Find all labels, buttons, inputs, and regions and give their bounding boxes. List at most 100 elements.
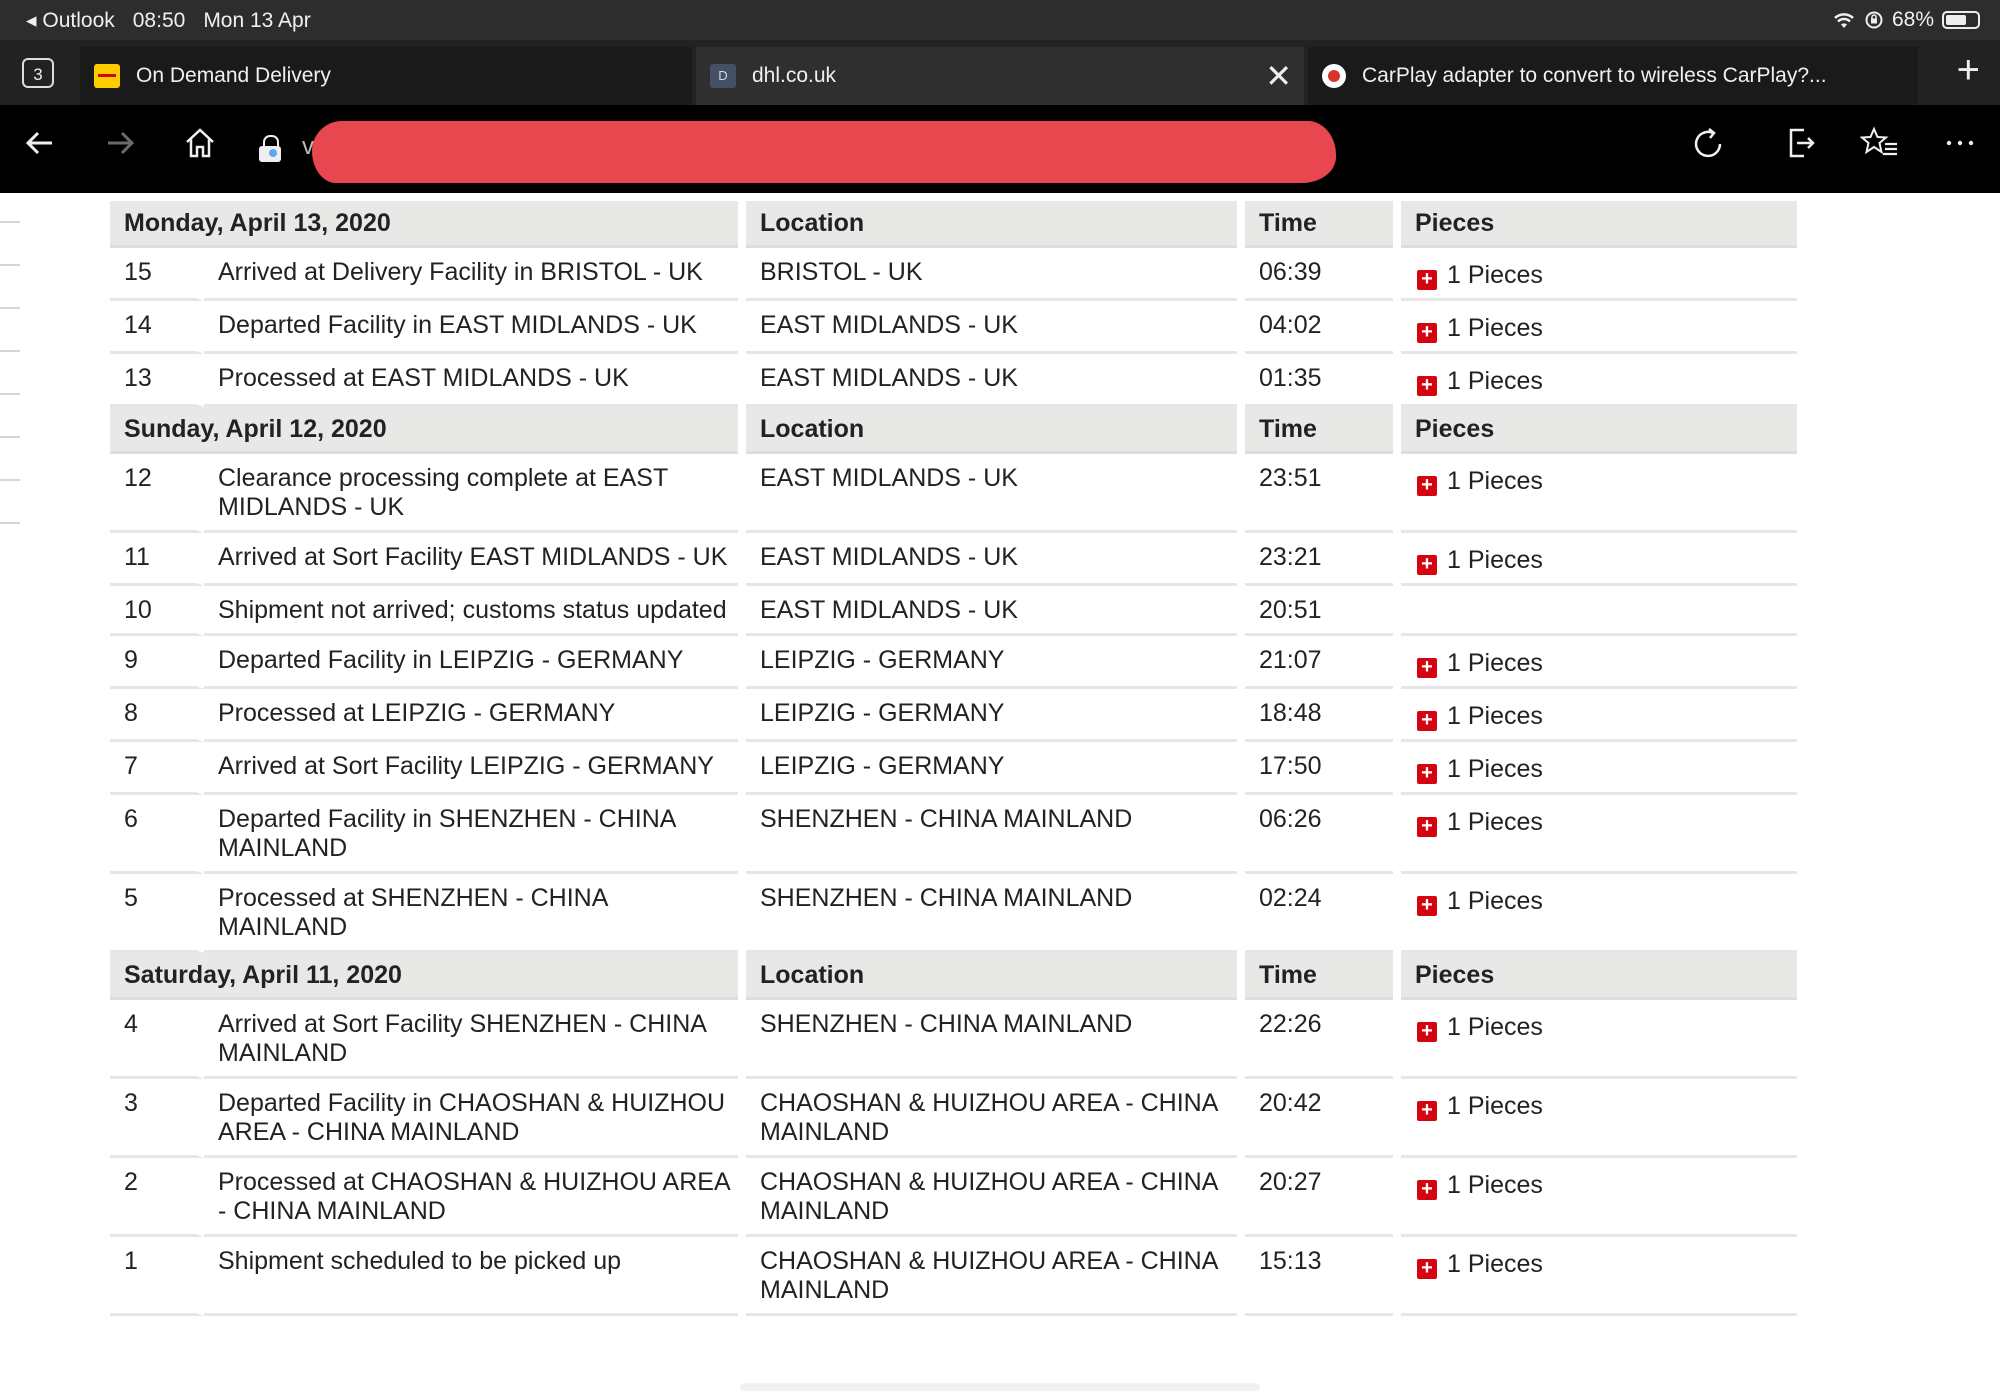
event-location: BRISTOL - UK — [746, 248, 1237, 301]
event-row: 6 Departed Facility in SHENZHEN - CHINA … — [110, 795, 1797, 874]
battery-percent: 68% — [1891, 8, 1934, 31]
pieces-label: 1 Pieces — [1447, 1092, 1543, 1120]
event-description: Departed Facility in EAST MIDLANDS - UK — [204, 301, 738, 354]
event-pieces[interactable]: +1 Pieces — [1401, 1000, 1797, 1079]
expand-plus-icon[interactable]: + — [1417, 895, 1437, 916]
event-location: CHAOSHAN & HUIZHOU AREA - CHINA MAINLAND — [746, 1079, 1237, 1158]
new-tab-button[interactable]: + — [1957, 50, 1980, 90]
event-pieces[interactable]: +1 Pieces — [1401, 533, 1797, 586]
expand-plus-icon[interactable]: + — [1417, 1258, 1437, 1279]
event-description: Clearance processing complete at EAST MI… — [204, 454, 738, 533]
back-arrow-icon[interactable] — [16, 125, 64, 171]
event-description: Shipment not arrived; customs status upd… — [204, 586, 738, 636]
event-time: 01:35 — [1245, 354, 1393, 407]
event-row: 14 Departed Facility in EAST MIDLANDS - … — [110, 301, 1797, 354]
expand-plus-icon[interactable]: + — [1417, 816, 1437, 837]
expand-plus-icon[interactable]: + — [1417, 1179, 1437, 1200]
redacted-url[interactable] — [312, 121, 1336, 183]
event-pieces — [1401, 586, 1797, 636]
event-row: 10 Shipment not arrived; customs status … — [110, 586, 1797, 636]
home-icon[interactable] — [176, 125, 224, 171]
expand-plus-icon[interactable]: + — [1417, 322, 1437, 343]
event-number: 2 — [110, 1158, 204, 1237]
event-number: 7 — [110, 742, 204, 795]
page-content[interactable]: Monday, April 13, 2020 Location Time Pie… — [0, 193, 2000, 1397]
lock-icon[interactable] — [258, 135, 282, 163]
event-pieces[interactable]: +1 Pieces — [1401, 301, 1797, 354]
event-pieces[interactable]: +1 Pieces — [1401, 874, 1797, 953]
event-number: 14 — [110, 301, 204, 354]
event-description: Arrived at Sort Facility EAST MIDLANDS -… — [204, 533, 738, 586]
event-pieces[interactable]: +1 Pieces — [1401, 1237, 1797, 1316]
back-to-app-link[interactable]: ◂ Outlook — [26, 8, 115, 33]
day-date: Saturday, April 11, 2020 — [110, 953, 738, 1000]
event-pieces[interactable]: +1 Pieces — [1401, 795, 1797, 874]
pieces-label: 1 Pieces — [1447, 1250, 1543, 1278]
favorites-icon[interactable] — [1856, 125, 1904, 171]
tab-label: dhl.co.uk — [752, 64, 837, 87]
refresh-icon[interactable] — [1684, 125, 1732, 173]
close-tab-icon[interactable]: ✕ — [1265, 57, 1292, 95]
event-time: 23:51 — [1245, 454, 1393, 533]
event-location: EAST MIDLANDS - UK — [746, 301, 1237, 354]
event-row: 2 Processed at CHAOSHAN & HUIZHOU AREA -… — [110, 1158, 1797, 1237]
expand-plus-icon[interactable]: + — [1417, 269, 1437, 290]
pieces-label: 1 Pieces — [1447, 755, 1543, 783]
expand-plus-icon[interactable]: + — [1417, 554, 1437, 575]
day-header-row: Saturday, April 11, 2020 Location Time P… — [110, 953, 1797, 1000]
event-pieces[interactable]: +1 Pieces — [1401, 689, 1797, 742]
expand-plus-icon[interactable]: + — [1417, 475, 1437, 496]
event-time: 02:24 — [1245, 874, 1393, 953]
time-header: Time — [1245, 201, 1393, 248]
pieces-label: 1 Pieces — [1447, 467, 1543, 495]
event-number: 9 — [110, 636, 204, 689]
forward-arrow-icon[interactable] — [96, 125, 144, 171]
event-time: 04:02 — [1245, 301, 1393, 354]
event-pieces[interactable]: +1 Pieces — [1401, 1158, 1797, 1237]
event-pieces[interactable]: +1 Pieces — [1401, 248, 1797, 301]
event-number: 8 — [110, 689, 204, 742]
pieces-label: 1 Pieces — [1447, 808, 1543, 836]
tab-on-demand-delivery[interactable]: On Demand Delivery — [80, 47, 692, 105]
tab-carplay-adapter[interactable]: CarPlay adapter to convert to wireless C… — [1308, 47, 1918, 105]
event-number: 5 — [110, 874, 204, 953]
expand-plus-icon[interactable]: + — [1417, 375, 1437, 396]
tab-bar: 3 On Demand Delivery D dhl.co.uk ✕ CarPl… — [0, 40, 2000, 105]
event-pieces[interactable]: +1 Pieces — [1401, 636, 1797, 689]
tab-count-button[interactable]: 3 — [22, 58, 54, 88]
event-description: Departed Facility in LEIPZIG - GERMANY — [204, 636, 738, 689]
tab-dhl-co-uk[interactable]: D dhl.co.uk ✕ — [696, 47, 1304, 105]
day-header-row: Sunday, April 12, 2020 Location Time Pie… — [110, 407, 1797, 454]
event-pieces[interactable]: +1 Pieces — [1401, 1079, 1797, 1158]
event-number: 3 — [110, 1079, 204, 1158]
event-row: 8 Processed at LEIPZIG - GERMANY LEIPZIG… — [110, 689, 1797, 742]
location-header: Location — [746, 407, 1237, 454]
pieces-label: 1 Pieces — [1447, 1013, 1543, 1041]
share-icon[interactable] — [1776, 125, 1824, 171]
event-time: 20:42 — [1245, 1079, 1393, 1158]
expand-plus-icon[interactable]: + — [1417, 1100, 1437, 1121]
event-pieces[interactable]: +1 Pieces — [1401, 454, 1797, 533]
event-location: EAST MIDLANDS - UK — [746, 454, 1237, 533]
pieces-label: 1 Pieces — [1447, 887, 1543, 915]
event-time: 18:48 — [1245, 689, 1393, 742]
expand-plus-icon[interactable]: + — [1417, 763, 1437, 784]
event-pieces[interactable]: +1 Pieces — [1401, 742, 1797, 795]
date: Mon 13 Apr — [203, 8, 311, 32]
event-description: Departed Facility in CHAOSHAN & HUIZHOU … — [204, 1079, 738, 1158]
expand-plus-icon[interactable]: + — [1417, 710, 1437, 731]
event-description: Processed at EAST MIDLANDS - UK — [204, 354, 738, 407]
scroll-indicator[interactable] — [740, 1383, 1260, 1391]
expand-plus-icon[interactable]: + — [1417, 1021, 1437, 1042]
tab-label: CarPlay adapter to convert to wireless C… — [1362, 64, 1827, 87]
event-number: 6 — [110, 795, 204, 874]
event-time: 23:21 — [1245, 533, 1393, 586]
expand-plus-icon[interactable]: + — [1417, 657, 1437, 678]
event-time: 21:07 — [1245, 636, 1393, 689]
event-location: LEIPZIG - GERMANY — [746, 636, 1237, 689]
more-menu-icon[interactable] — [1936, 125, 1984, 171]
event-number: 4 — [110, 1000, 204, 1079]
status-bar: ◂ Outlook 08:50 Mon 13 Apr 68% — [0, 0, 2000, 40]
event-pieces[interactable]: +1 Pieces — [1401, 354, 1797, 407]
event-time: 22:26 — [1245, 1000, 1393, 1079]
